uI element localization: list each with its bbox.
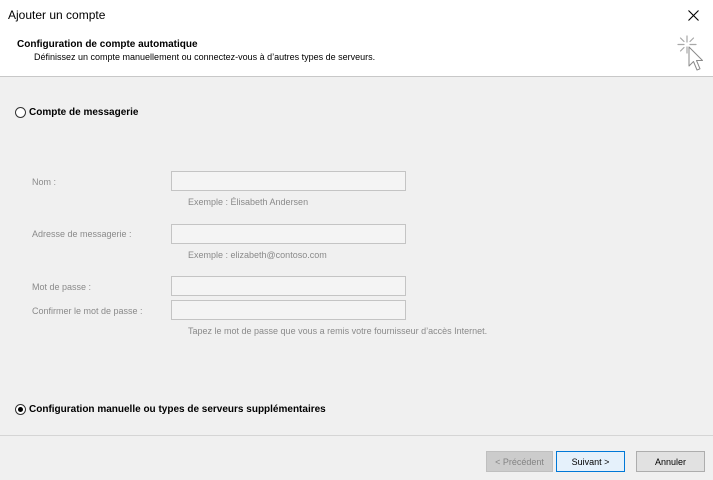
header-banner: Configuration de compte automatique Défi… [0,30,713,77]
confirm-password-label: Confirmer le mot de passe : [32,306,143,316]
manual-config-radio-label[interactable]: Configuration manuelle ou types de serve… [29,404,326,415]
password-hint: Tapez le mot de passe que vous a remis v… [188,326,488,336]
next-button[interactable]: Suivant > [556,451,625,472]
email-account-radio-circle[interactable] [15,107,26,118]
name-input[interactable] [171,171,406,191]
cancel-button[interactable]: Annuler [636,451,705,472]
previous-button[interactable]: < Précédent [486,451,553,472]
email-account-radio[interactable]: Compte de messagerie [15,107,139,118]
email-input[interactable] [171,224,406,244]
email-hint: Exemple : elizabeth@contoso.com [188,250,327,260]
name-label: Nom : [32,177,57,187]
manual-config-radio[interactable]: Configuration manuelle ou types de serve… [15,404,326,415]
title-bar: Ajouter un compte [0,0,713,30]
password-input[interactable] [171,276,406,296]
password-label: Mot de passe : [32,282,92,292]
window-title: Ajouter un compte [8,8,106,22]
close-icon [687,9,699,21]
cursor-sparkle-icon [677,35,703,71]
close-button[interactable] [673,0,713,30]
manual-config-radio-circle[interactable] [15,404,26,415]
header-title: Configuration de compte automatique [17,39,198,50]
confirm-password-input[interactable] [171,300,406,320]
name-hint: Exemple : Élisabeth Andersen [188,197,309,207]
email-account-radio-label[interactable]: Compte de messagerie [29,107,139,118]
email-label: Adresse de messagerie : [32,229,132,239]
footer-separator [0,435,713,436]
header-subtitle: Définissez un compte manuellement ou con… [34,52,376,62]
add-account-dialog: Ajouter un compte Configuration de compt… [0,0,713,480]
